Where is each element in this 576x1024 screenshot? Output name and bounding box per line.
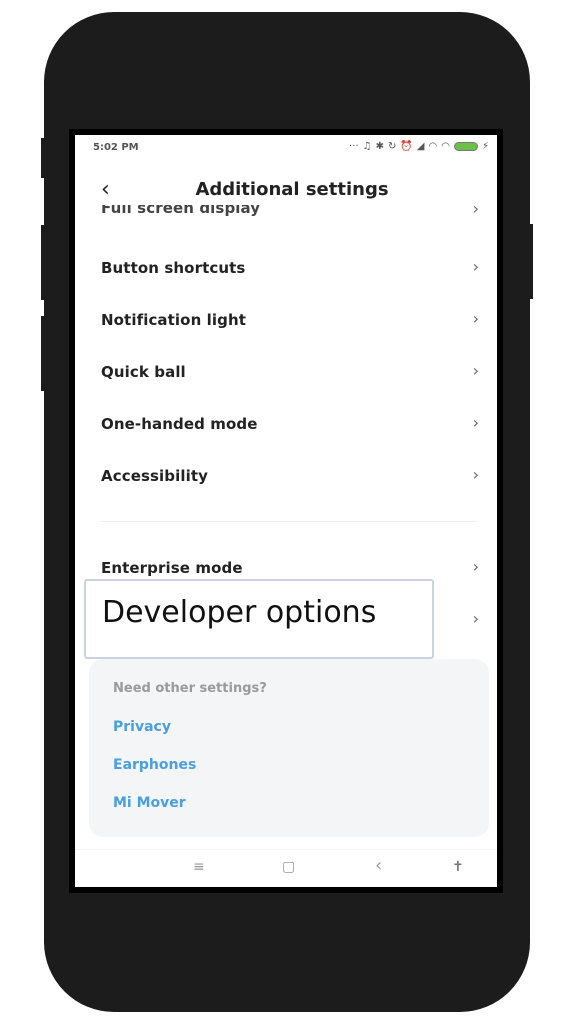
list-item-one-handed-mode[interactable]: One-handed mode › — [75, 399, 497, 451]
section-divider — [101, 521, 477, 522]
chevron-right-icon: › — [472, 609, 479, 628]
link-privacy[interactable]: Privacy — [113, 719, 171, 735]
developer-options-label: Developer options — [102, 595, 377, 630]
list-item-label: Notification light — [101, 311, 247, 329]
battery-icon — [453, 142, 478, 151]
list-item-label: Quick ball — [101, 363, 186, 381]
menu-icon[interactable]: ≡ — [193, 859, 205, 875]
signal-icon: ◢ — [416, 141, 425, 152]
screen: 5:02 PM ··· ♫ ✱ ↻ ⏰ ◢ ◠ ◠ ⚡ ‹ Additional… — [75, 135, 497, 887]
list-item-full-screen-display[interactable]: Full screen display › — [75, 205, 497, 225]
other-settings-card: Need other settings? Privacy Earphones M… — [89, 659, 489, 837]
list-item-label: Full screen display — [101, 205, 261, 217]
chevron-right-icon: › — [472, 465, 479, 484]
back-nav-icon[interactable]: ‹ — [375, 855, 382, 876]
chevron-right-icon: › — [472, 413, 479, 432]
list-item-accessibility[interactable]: Accessibility › — [75, 451, 497, 503]
chevron-right-icon: › — [472, 557, 479, 576]
alarm-icon: ⏰ — [400, 141, 413, 152]
card-title: Need other settings? — [113, 681, 267, 696]
accessibility-icon[interactable]: ✝ — [452, 859, 464, 875]
page-title: Additional settings — [195, 179, 389, 200]
link-earphones[interactable]: Earphones — [113, 757, 196, 773]
link-mi-mover[interactable]: Mi Mover — [113, 795, 186, 811]
navigation-bar: ≡ ▢ ‹ ✝ — [75, 851, 497, 887]
status-icons: ··· ♫ ✱ ↻ ⏰ ◢ ◠ ◠ ⚡ — [349, 141, 489, 152]
list-item-developer-options[interactable]: Developer options — [84, 579, 434, 659]
charging-icon: ⚡ — [481, 141, 489, 152]
chevron-right-icon: › — [472, 205, 479, 218]
chevron-right-icon: › — [472, 361, 479, 380]
status-time: 5:02 PM — [93, 142, 139, 153]
list-item-button-shortcuts[interactable]: Button shortcuts › — [75, 243, 497, 295]
bluetooth-icon: ✱ — [375, 141, 384, 152]
headphones-icon: ♫ — [362, 141, 372, 152]
chevron-right-icon: › — [472, 257, 479, 276]
list-item-label: Enterprise mode — [101, 559, 243, 577]
wifi-icon: ◠ — [428, 141, 438, 152]
nav-divider — [75, 849, 497, 850]
list-item-notification-light[interactable]: Notification light › — [75, 295, 497, 347]
header: ‹ Additional settings — [75, 171, 497, 207]
more-notifications-icon: ··· — [349, 141, 359, 152]
status-bar: 5:02 PM ··· ♫ ✱ ↻ ⏰ ◢ ◠ ◠ ⚡ — [75, 135, 497, 161]
chevron-right-icon: › — [472, 309, 479, 328]
list-item-label: Button shortcuts — [101, 259, 246, 277]
list-item-quick-ball[interactable]: Quick ball › — [75, 347, 497, 399]
wifi-icon: ◠ — [441, 141, 450, 152]
list-item-label: Accessibility — [101, 467, 208, 485]
list-item-label: One-handed mode — [101, 415, 258, 433]
home-icon[interactable]: ▢ — [282, 859, 295, 875]
sync-icon: ↻ — [387, 141, 397, 152]
